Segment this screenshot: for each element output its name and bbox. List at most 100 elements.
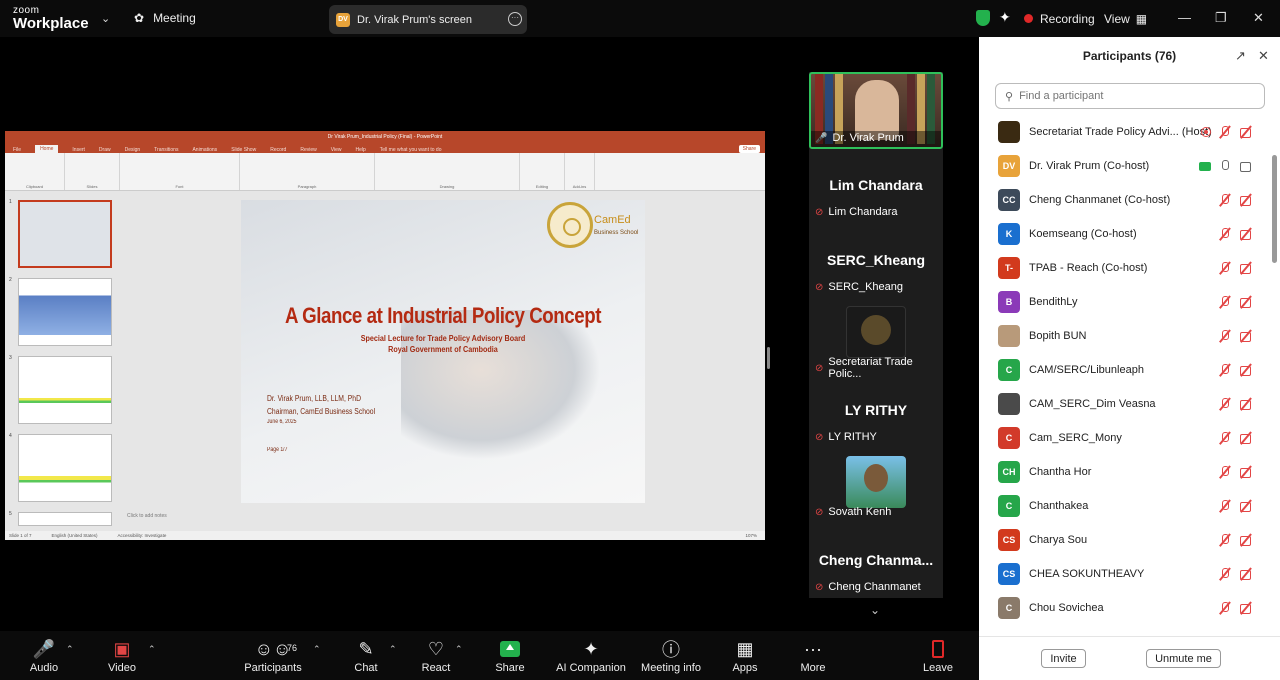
participant-row[interactable]: Bopith BUN [979,319,1271,353]
participant-search[interactable]: ⚲ [995,83,1265,109]
participant-status-icons [1218,329,1253,343]
participant-name: Chanthakea [1029,500,1089,512]
ai-sparkle-icon[interactable]: ✦ [999,9,1011,26]
mic-muted-icon [1218,465,1232,479]
chevron-up-icon[interactable]: ⌃ [313,644,321,655]
chevron-up-icon[interactable]: ⌃ [66,644,74,655]
video-off-icon: ▣ [113,638,131,659]
slide-title: A Glance at Industrial Policy Concept [284,303,602,328]
mic-muted-icon: ⊘ [815,362,824,374]
leave-button[interactable]: Leave [922,636,954,674]
more-button[interactable]: ··· More [797,636,829,675]
participant-status-icons [1218,465,1253,479]
avatar: C [998,427,1020,449]
ribbon-group: Paragraph [240,153,375,190]
participant-row[interactable]: CH Chantha Hor [979,455,1271,489]
popout-icon[interactable]: ↗ [1235,48,1246,64]
view-button[interactable]: View ▦ [1104,0,1147,37]
meeting-menu[interactable]: ✿ Meeting [134,11,196,25]
ppt-ribbon-tabs: File Home Insert Draw Design Transitions… [5,143,765,153]
mic-muted-icon: ⊘ [815,281,824,293]
sharer-avatar: DV [336,12,350,27]
minimize-icon[interactable]: — [1178,10,1191,25]
screen-share-pill[interactable]: DV Dr. Virak Prum's screen ··· [329,5,527,34]
participant-row[interactable]: C CAM/SERC/Libunleaph [979,353,1271,387]
ppt-share-button: Share [738,145,760,153]
tile-name: 🎤 Dr. Virak Prum [815,132,904,144]
participants-count: 76 [287,643,298,653]
avatar: C [998,495,1020,517]
unmute-me-button[interactable]: Unmute me [1146,649,1221,668]
logo-subtext: Business School [594,230,639,236]
participant-list: Secretariat Trade Policy Advi... (Host) D… [979,115,1271,633]
mic-muted-icon [1218,329,1232,343]
thumb-number: 2 [9,277,12,283]
shared-screen[interactable]: Dr Virak Prum_Industrial Policy (Final) … [5,131,765,540]
tile-name: ⊘ Cheng Chanmanet [815,581,921,593]
search-input[interactable] [1019,90,1250,102]
camera-off-icon [1239,363,1253,377]
participant-row[interactable]: CS Charya Sou [979,523,1271,557]
thumb-number: 5 [9,511,12,517]
participant-row[interactable]: C Chanthakea [979,489,1271,523]
tile-name: ⊘ Secretariat Trade Polic... [815,356,913,380]
avatar [998,393,1020,415]
share-button[interactable]: Share [494,636,526,674]
participant-name: Charya Sou [1029,534,1088,546]
split-resize-handle[interactable] [767,347,770,369]
video-tile-self[interactable]: 🎤 Dr. Virak Prum [809,72,943,149]
participant-name: Chantha Hor [1029,466,1092,478]
more-icon[interactable]: ··· [508,12,522,26]
participant-row[interactable]: K Koemseang (Co-host) [979,217,1271,251]
avatar: B [998,291,1020,313]
more-icon: ··· [804,638,822,659]
chevron-up-icon[interactable]: ⌃ [148,644,156,655]
participant-row[interactable]: CAM_SERC_Dim Veasna [979,387,1271,421]
avatar: CS [998,529,1020,551]
slide-page: Page 1/7 [267,447,288,453]
close-icon[interactable]: ✕ [1258,48,1269,64]
invite-button[interactable]: Invite [1041,649,1086,668]
participant-row[interactable]: C Chou Sovichea [979,591,1271,625]
participant-row[interactable]: C Cam_SERC_Mony [979,421,1271,455]
apps-button[interactable]: ▦ Apps [729,636,761,675]
mic-muted-icon [1218,193,1232,207]
maximize-icon[interactable]: ❐ [1215,10,1227,26]
mic-muted-icon [1218,261,1232,275]
participant-row[interactable]: CS CHEA SOKUNTHEAVY [979,557,1271,591]
camera-off-icon [1239,193,1253,207]
chevron-down-icon[interactable]: ⌄ [870,603,880,617]
audio-button[interactable]: 🎤 Audio [28,636,60,675]
ribbon-group: Editing [520,153,565,190]
participant-row[interactable]: B BendithLy [979,285,1271,319]
camera-off-icon [1239,261,1253,275]
camera-off-icon [1239,125,1253,139]
participant-row[interactable]: Secretariat Trade Policy Advi... (Host) [979,115,1271,149]
security-shield-icon[interactable] [976,10,990,26]
chevron-up-icon[interactable]: ⌃ [455,644,463,655]
scrollbar[interactable] [1272,115,1277,635]
mic-muted-icon [1218,601,1232,615]
camera-off-icon [1239,533,1253,547]
tile-name: ⊘ Sovath Kenh [815,506,892,518]
meeting-info-button[interactable]: ⓘ Meeting info [640,636,702,674]
participant-row[interactable]: CC Cheng Chanmanet (Co-host) [979,183,1271,217]
ribbon-group: Font [120,153,240,190]
react-button[interactable]: ♡ React [420,636,452,675]
close-icon[interactable]: ✕ [1253,10,1264,26]
chevron-down-icon[interactable]: ⌄ [101,12,110,25]
ribbon-group: Clipboard [5,153,65,190]
video-button[interactable]: ▣ Video [104,636,140,675]
participant-row[interactable]: DV Dr. Virak Prum (Co-host) [979,149,1271,183]
ai-companion-button[interactable]: ✦ AI Companion [556,636,626,675]
ai-sparkle-icon: ✦ [583,638,599,659]
tile-big-name: SERC_Kheang [826,252,926,268]
participants-button[interactable]: ☺☺ Participants [243,636,303,675]
participant-row[interactable]: T- TPAB - Reach (Co-host) [979,251,1271,285]
chevron-up-icon[interactable]: ⌃ [389,644,397,655]
ribbon-group: Add-ins [565,153,595,190]
recording-indicator[interactable]: Recording [1024,0,1095,37]
participant-status-icons [1218,533,1253,547]
heart-icon: ♡ [427,638,445,659]
chat-button[interactable]: ✎ Chat [350,636,382,675]
